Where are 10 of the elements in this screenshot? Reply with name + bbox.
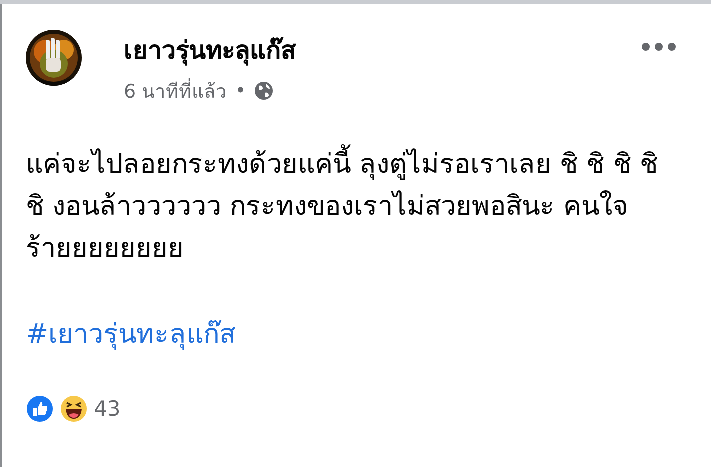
post-time[interactable]: 6 นาทีที่แล้ว bbox=[124, 76, 228, 106]
hashtag-link[interactable]: #เยาวรุ่นทะลุแก๊ส bbox=[26, 312, 236, 355]
reaction-count[interactable]: 43 bbox=[94, 397, 121, 421]
separator-dot: • bbox=[235, 80, 246, 102]
laugh-reaction-icon[interactable] bbox=[60, 395, 88, 423]
like-reaction-icon[interactable] bbox=[26, 395, 54, 423]
post-text: แค่จะไปลอยกระทงด้วยแค่นี้ ลุงตู่ไม่รอเราเลย ชิ ชิ ชิ ชิ ชิ งอนล้าวววววว กระทงของเราไม่สวยพอสินะ คนใจร้ายยยยยยยย bbox=[26, 144, 666, 270]
page-name[interactable]: เยาวรุ่นทะลุแก๊ส bbox=[124, 30, 599, 70]
more-options-icon[interactable] bbox=[641, 42, 677, 52]
globe-icon bbox=[254, 81, 274, 101]
